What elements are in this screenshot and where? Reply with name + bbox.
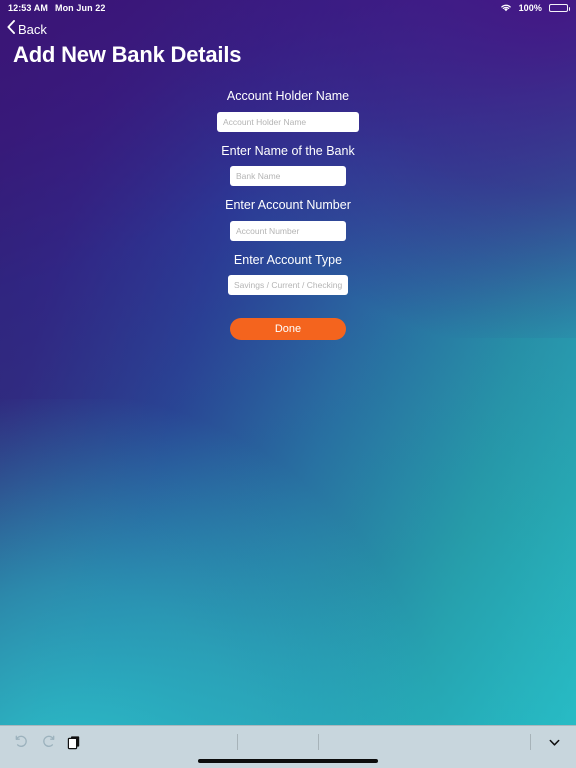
field-label-account-number: Enter Account Number	[225, 198, 351, 212]
bank-details-form: Account Holder Name Enter Name of the Ba…	[0, 90, 576, 340]
field-account-number: Enter Account Number	[225, 199, 351, 241]
field-account-type: Enter Account Type	[228, 252, 348, 295]
field-label-account-holder-name: Account Holder Name	[226, 89, 350, 103]
undo-icon[interactable]	[9, 729, 35, 755]
battery-percent-label: 100%	[518, 2, 542, 13]
field-account-holder-name: Account Holder Name	[217, 90, 359, 132]
account-number-input[interactable]	[229, 220, 346, 241]
done-button[interactable]: Done	[230, 318, 346, 340]
chevron-down-icon[interactable]	[541, 729, 567, 755]
account-type-input[interactable]	[228, 275, 348, 295]
home-indicator[interactable]	[198, 759, 378, 763]
battery-full-icon	[549, 4, 570, 12]
app-screen: 12:53 AM Mon Jun 22 100% Back Add New Ba…	[0, 0, 576, 768]
keyboard-accessory-toolbar	[0, 725, 576, 768]
field-label-account-type: Enter Account Type	[233, 252, 343, 267]
field-bank-name: Enter Name of the Bank	[221, 143, 355, 186]
status-bar: 12:53 AM Mon Jun 22 100%	[0, 0, 576, 16]
page-title: Add New Bank Details	[13, 42, 242, 67]
field-label-bank-name: Enter Name of the Bank	[221, 143, 355, 158]
wifi-icon	[500, 0, 512, 17]
status-time: 12:53 AM	[8, 2, 48, 13]
back-button[interactable]: Back	[7, 20, 47, 39]
redo-icon[interactable]	[35, 729, 61, 755]
paste-icon[interactable]	[61, 729, 87, 755]
status-bar-left: 12:53 AM Mon Jun 22	[8, 2, 106, 13]
status-bar-right: 100%	[500, 0, 570, 17]
status-date: Mon Jun 22	[54, 2, 106, 13]
toolbar-divider-1	[237, 734, 238, 750]
toolbar-divider-2	[318, 734, 319, 750]
account-holder-name-input[interactable]	[217, 111, 359, 132]
toolbar-divider-3	[530, 734, 531, 750]
toolbar-right-group	[530, 729, 567, 755]
toolbar-inner	[0, 726, 576, 758]
back-button-label: Back	[18, 22, 47, 37]
bank-name-input[interactable]	[230, 166, 346, 186]
chevron-left-icon	[7, 20, 15, 39]
